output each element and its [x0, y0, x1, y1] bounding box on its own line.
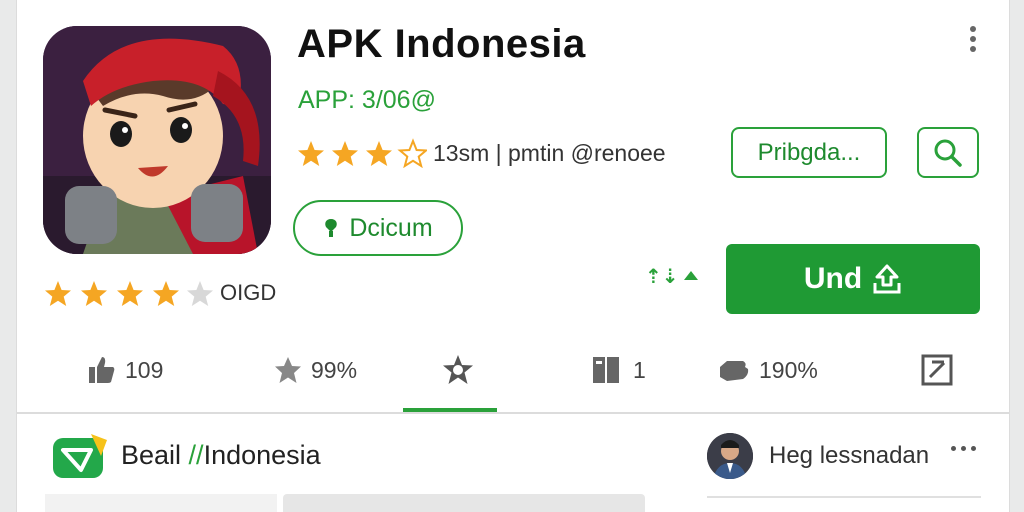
- rating-row: 13sm | pmtin @renoee: [297, 138, 666, 168]
- pin-icon: [325, 219, 338, 237]
- sync-icon: ⇡⇣: [645, 264, 700, 289]
- edit-icon: [921, 354, 953, 386]
- tab-pages[interactable]: 1: [591, 340, 646, 400]
- pill-label: Dcicum: [349, 213, 433, 242]
- tab-featured[interactable]: [441, 340, 475, 400]
- app-icon: [43, 26, 271, 254]
- content-divider: [707, 496, 981, 498]
- search-icon: [934, 139, 962, 167]
- star-rating-icon: [298, 140, 427, 167]
- tab-share[interactable]: 190%: [717, 340, 818, 400]
- star-icon: [275, 357, 301, 383]
- icon-rating-row: OIGD: [44, 278, 276, 308]
- upload-icon: [873, 264, 901, 294]
- stats-tab-bar: 109 99% 1 190%: [17, 340, 1009, 412]
- app-detail-card: APK Indonesia APP: 3/06@ 13sm | pmtin @r…: [16, 0, 1010, 512]
- rating-text: 13sm | pmtin @renoee: [433, 139, 666, 166]
- more-horizontal-icon[interactable]: [951, 446, 976, 451]
- thumbs-up-icon: [89, 357, 115, 383]
- tab-edit[interactable]: [921, 340, 953, 400]
- developer-name[interactable]: Beail //Indonesia: [121, 440, 321, 471]
- tab-rating[interactable]: 99%: [273, 340, 357, 400]
- hand-icon: [720, 361, 749, 381]
- avatar[interactable]: [707, 433, 753, 479]
- search-button[interactable]: [917, 127, 979, 178]
- star-badge-icon: [443, 355, 473, 384]
- content-placeholder: [283, 494, 645, 512]
- install-button[interactable]: Und: [726, 244, 980, 314]
- star-rating-icon: [45, 281, 213, 306]
- content-placeholder: [45, 494, 277, 512]
- more-options-icon[interactable]: [967, 26, 979, 56]
- secondary-rating-text: OIGD: [220, 280, 277, 305]
- developer-logo-icon[interactable]: [51, 434, 109, 480]
- tab-likes[interactable]: 109: [87, 340, 163, 400]
- app-subtitle: APP: 3/06@: [298, 86, 436, 114]
- install-label: Und: [803, 262, 863, 295]
- secondary-action-button[interactable]: Pribgda...: [731, 127, 887, 178]
- user-name: Heg lessnadan: [769, 442, 930, 469]
- section-divider: [17, 412, 1009, 414]
- book-icon: [593, 357, 619, 383]
- category-pill-button[interactable]: Dcicum: [293, 200, 463, 256]
- app-title: APK Indonesia: [297, 22, 586, 66]
